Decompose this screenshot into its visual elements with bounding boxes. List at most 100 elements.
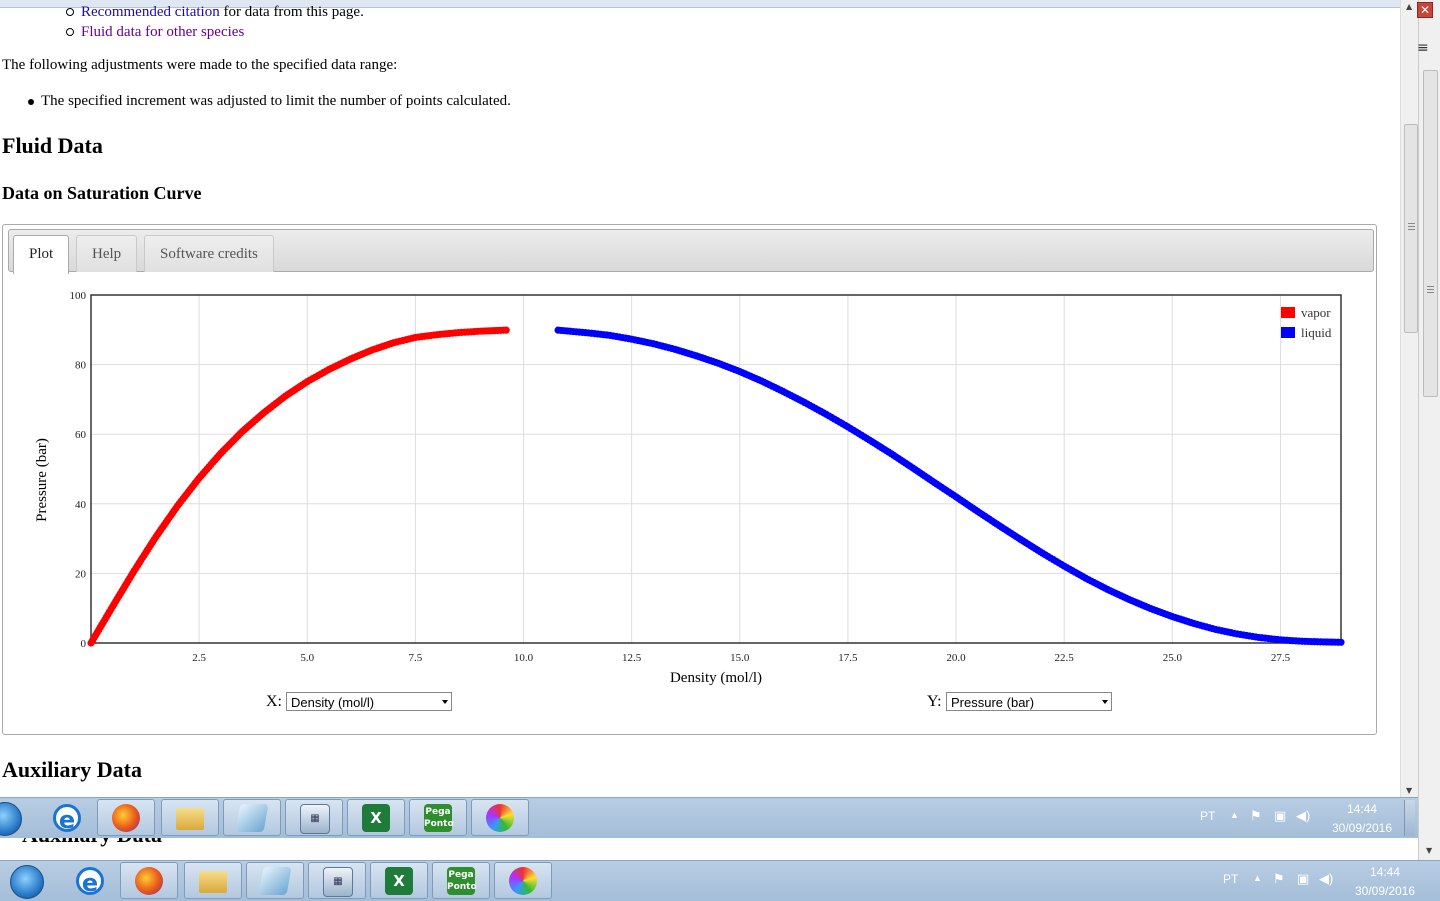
tray-expand-icon[interactable]: ▲ <box>1253 873 1262 883</box>
window-scrollbar-thumb[interactable] <box>1423 70 1438 397</box>
taskbar-excel-button[interactable]: X <box>347 799 405 836</box>
clock-time: 14:44 <box>1369 865 1401 879</box>
taskbar-paint-button[interactable] <box>494 862 552 899</box>
taskbar-notepad-button[interactable] <box>246 862 304 899</box>
taskbar-paint-button[interactable] <box>471 799 529 836</box>
x-tick-label: 15.0 <box>730 652 750 664</box>
chevron-down-icon <box>1102 700 1108 704</box>
language-indicator[interactable]: PT <box>1223 872 1238 886</box>
clock[interactable]: 14:44 30/09/2016 <box>1350 863 1420 901</box>
x-tick-label: 2.5 <box>192 652 206 664</box>
taskbar-excel-button[interactable]: X <box>370 862 428 899</box>
y-tick-label: 80 <box>75 360 87 372</box>
flag-icon[interactable]: ⚑ <box>1250 808 1262 824</box>
x-tick-label: 17.5 <box>838 652 858 664</box>
plot-area <box>90 294 1342 644</box>
y-tick-label: 60 <box>75 429 87 441</box>
taskbar-ie-button[interactable]: e <box>61 862 119 899</box>
clock-time: 14:44 <box>1346 802 1378 816</box>
close-icon[interactable]: ✕ <box>1417 2 1433 18</box>
tray-expand-icon[interactable]: ▲ <box>1230 810 1239 820</box>
taskbar-folder-button[interactable] <box>161 799 219 836</box>
series-line <box>558 329 1342 644</box>
x-axis-label: Density (mol/l) <box>670 670 762 686</box>
internet-explorer-icon: e <box>53 804 81 833</box>
y-select-value: Pressure (bar) <box>951 695 1035 710</box>
page-content: Recommended citation for data from this … <box>0 0 1400 900</box>
scroll-down-icon[interactable]: ▼ <box>1426 846 1432 855</box>
x-tick-label: 22.5 <box>1055 652 1075 664</box>
legend-swatch <box>1281 327 1295 338</box>
paint-icon <box>486 804 514 832</box>
notepad-icon <box>235 804 269 832</box>
y-axis-select[interactable]: Pressure (bar) <box>946 692 1112 711</box>
window-scrollbar[interactable]: ▼ <box>1418 0 1440 860</box>
x-tick-label: 5.0 <box>300 652 314 664</box>
taskbar-notepad-button[interactable] <box>223 799 281 836</box>
folder-icon <box>199 871 227 893</box>
y-tick-label: 0 <box>81 638 87 650</box>
clock-date: 30/09/2016 <box>1331 821 1393 835</box>
scroll-down-icon[interactable]: ▼ <box>1406 786 1412 795</box>
x-select-value: Density (mol/l) <box>291 695 375 710</box>
taskbar-duplicate: e ▦ X Pega Ponto PT ▲ ⚑ ▣ ◀) 14:44 30/09… <box>0 860 1440 901</box>
windows-start-icon[interactable] <box>0 802 22 836</box>
data-point <box>502 326 510 334</box>
chevron-down-icon <box>442 700 448 704</box>
taskbar-calculator-button[interactable]: ▦ <box>285 799 343 836</box>
language-indicator[interactable]: PT <box>1200 809 1215 823</box>
taskbar-folder-button[interactable] <box>184 862 242 899</box>
clock-date: 30/09/2016 <box>1354 884 1416 898</box>
taskbar-calculator-button[interactable]: ▦ <box>308 862 366 899</box>
y-select-label: Y: <box>927 693 942 710</box>
page-scrollbar-thumb[interactable] <box>1404 124 1418 333</box>
page-scrollbar[interactable]: ▲ ▼ <box>1400 0 1419 800</box>
taskbar-pega-button[interactable]: Pega Ponto <box>432 862 490 899</box>
excel-icon: X <box>362 804 390 832</box>
legend-label: vapor <box>1301 305 1331 320</box>
taskbar: e ▦ X Pega Ponto PT ▲ ⚑ ▣ ◀) 14:44 30/09… <box>0 797 1418 838</box>
y-tick-label: 100 <box>70 290 87 302</box>
firefox-icon <box>112 804 140 832</box>
firefox-icon <box>135 867 163 895</box>
legend-swatch <box>1281 307 1295 318</box>
calculator-icon: ▦ <box>300 804 330 834</box>
x-tick-label: 7.5 <box>409 652 423 664</box>
network-icon[interactable]: ▣ <box>1297 871 1309 887</box>
x-tick-label: 25.0 <box>1163 652 1183 664</box>
excel-icon: X <box>385 867 413 895</box>
legend-label: liquid <box>1301 325 1332 340</box>
taskbar-pega-button[interactable]: Pega Ponto <box>409 799 467 836</box>
series-vapor <box>87 326 510 647</box>
windows-start-icon[interactable] <box>10 865 44 899</box>
series-line <box>90 329 507 644</box>
series-liquid <box>554 326 1345 646</box>
auxiliary-data-heading: Auxiliary Data <box>2 757 142 782</box>
notepad-icon <box>258 867 292 895</box>
x-tick-label: 20.0 <box>946 652 966 664</box>
taskbar-ie-button[interactable]: e <box>38 799 96 836</box>
show-desktop-button[interactable] <box>1404 800 1415 836</box>
taskbar-firefox-button[interactable] <box>120 862 178 899</box>
clock[interactable]: 14:44 30/09/2016 <box>1327 800 1397 838</box>
flag-icon[interactable]: ⚑ <box>1273 871 1285 887</box>
scroll-up-icon[interactable]: ▲ <box>1406 2 1412 11</box>
x-select-label: X: <box>266 693 282 710</box>
network-icon[interactable]: ▣ <box>1274 808 1286 824</box>
pega-ponto-icon: Pega Ponto <box>424 804 454 832</box>
internet-explorer-icon: e <box>76 867 104 896</box>
volume-icon[interactable]: ◀) <box>1296 808 1310 824</box>
data-point <box>1337 638 1345 646</box>
folder-icon <box>176 808 204 830</box>
taskbar-firefox-button[interactable] <box>97 799 155 836</box>
x-axis-select[interactable]: Density (mol/l) <box>286 692 452 711</box>
y-tick-label: 20 <box>75 568 87 580</box>
menu-icon[interactable]: ≡ <box>1417 40 1429 56</box>
x-tick-label: 10.0 <box>514 652 534 664</box>
y-axis-label: Pressure (bar) <box>34 438 50 522</box>
volume-icon[interactable]: ◀) <box>1319 871 1333 887</box>
pega-ponto-icon: Pega Ponto <box>447 867 477 895</box>
saturation-chart: 2.5 5.0 7.5 10.0 12.5 15.0 17.5 20.0 22.5 25.0 27.… <box>34 290 1345 686</box>
x-tick-label: 12.5 <box>622 652 642 664</box>
x-tick-label: 27.5 <box>1271 652 1291 664</box>
